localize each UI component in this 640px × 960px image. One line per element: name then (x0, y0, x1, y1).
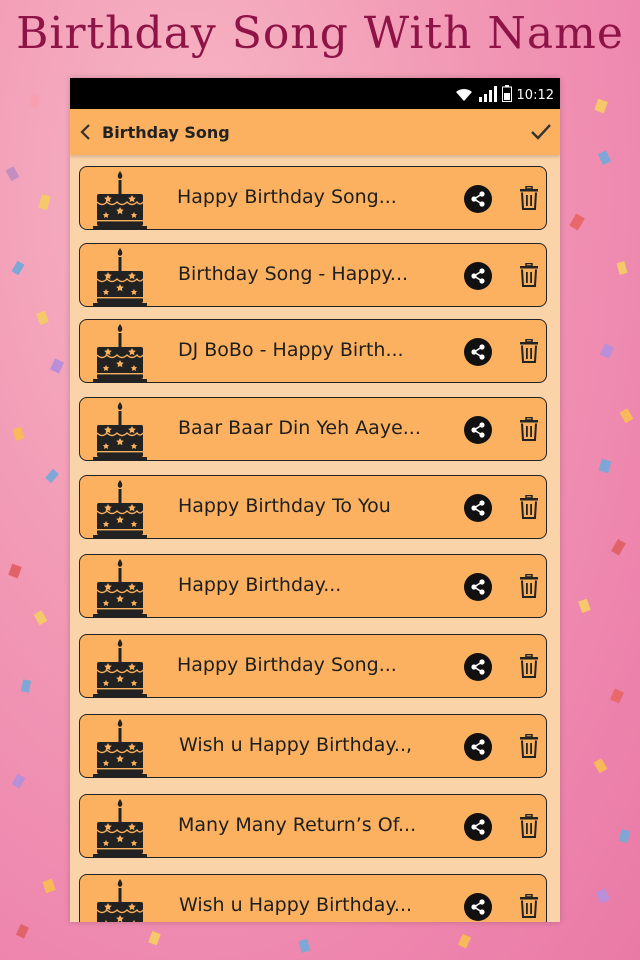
delete-button[interactable] (517, 732, 541, 760)
check-icon (531, 124, 551, 140)
delete-button[interactable] (517, 337, 541, 365)
trash-icon (520, 263, 538, 287)
share-icon (471, 191, 485, 207)
song-title: Birthday Song - Happy... (178, 263, 409, 285)
share-icon (471, 500, 485, 516)
signal-icon (478, 85, 497, 106)
delete-button[interactable] (517, 652, 541, 680)
wifi-icon (454, 86, 474, 106)
trash-icon (520, 574, 538, 598)
phone-screen: 10:12 Birthday Song Happy Birthday Song.… (70, 78, 560, 922)
share-button[interactable] (464, 338, 492, 366)
song-title: DJ BoBo - Happy Birth... (178, 339, 404, 361)
trash-icon (520, 339, 538, 363)
birthday-cake-icon (92, 797, 148, 857)
song-list-item[interactable]: DJ BoBo - Happy Birth... (79, 319, 547, 383)
song-list-item[interactable]: Baar Baar Din Yeh Aaye... (79, 397, 547, 461)
song-list-item[interactable]: Happy Birthday To You (79, 475, 547, 539)
app-bar-title: Birthday Song (102, 123, 230, 142)
delete-button[interactable] (517, 415, 541, 443)
birthday-cake-icon (92, 557, 148, 617)
song-title: Happy Birthday To You (178, 495, 391, 517)
share-icon (471, 422, 485, 438)
confirm-button[interactable] (528, 119, 554, 145)
share-button[interactable] (464, 813, 492, 841)
app-bar: Birthday Song (70, 109, 560, 155)
share-button[interactable] (464, 262, 492, 290)
song-title: Baar Baar Din Yeh Aaye... (178, 417, 421, 439)
birthday-cake-icon (92, 246, 148, 306)
status-bar: 10:12 (70, 78, 560, 109)
delete-button[interactable] (517, 572, 541, 600)
delete-button[interactable] (517, 493, 541, 521)
delete-button[interactable] (517, 812, 541, 840)
back-button[interactable] (74, 119, 98, 145)
song-list-item[interactable]: Wish u Happy Birthday.., (79, 714, 547, 778)
song-list-item[interactable]: Birthday Song - Happy... (79, 243, 547, 307)
share-icon (471, 268, 485, 284)
share-icon (471, 899, 485, 915)
birthday-cake-icon (92, 400, 148, 460)
delete-button[interactable] (517, 184, 541, 212)
song-title: Happy Birthday Song... (177, 186, 397, 208)
trash-icon (520, 894, 538, 918)
song-list-item[interactable]: Many Many Return’s Of... (79, 794, 547, 858)
birthday-cake-icon (92, 478, 148, 538)
song-title: Happy Birthday... (178, 574, 342, 596)
birthday-cake-icon (92, 322, 148, 382)
trash-icon (520, 814, 538, 838)
trash-icon (520, 186, 538, 210)
share-button[interactable] (464, 653, 492, 681)
share-button[interactable] (464, 185, 492, 213)
banner-title: Birthday Song With Name (16, 8, 624, 59)
birthday-cake-icon (92, 717, 148, 777)
share-icon (471, 344, 485, 360)
song-title: Wish u Happy Birthday... (179, 894, 413, 916)
song-list-item[interactable]: Happy Birthday Song... (79, 166, 547, 230)
share-icon (471, 579, 485, 595)
birthday-cake-icon (92, 877, 148, 922)
status-time: 10:12 (516, 88, 554, 103)
share-icon (471, 819, 485, 835)
trash-icon (520, 417, 538, 441)
battery-icon (501, 85, 512, 106)
song-list-item[interactable]: Wish u Happy Birthday... (79, 874, 547, 922)
song-title: Happy Birthday Song... (177, 654, 397, 676)
status-icons: 10:12 (454, 85, 554, 106)
song-list-item[interactable]: Happy Birthday... (79, 554, 547, 618)
song-list-item[interactable]: Happy Birthday Song... (79, 634, 547, 698)
chevron-left-icon (80, 124, 90, 140)
share-button[interactable] (464, 573, 492, 601)
song-title: Wish u Happy Birthday.., (179, 734, 413, 756)
share-button[interactable] (464, 893, 492, 921)
trash-icon (520, 495, 538, 519)
share-button[interactable] (464, 494, 492, 522)
share-button[interactable] (464, 416, 492, 444)
share-button[interactable] (464, 733, 492, 761)
birthday-cake-icon (92, 637, 148, 697)
share-icon (471, 659, 485, 675)
delete-button[interactable] (517, 261, 541, 289)
birthday-cake-icon (92, 169, 148, 229)
delete-button[interactable] (517, 892, 541, 920)
song-title: Many Many Return’s Of... (178, 814, 417, 836)
trash-icon (520, 734, 538, 758)
trash-icon (520, 654, 538, 678)
share-icon (471, 739, 485, 755)
